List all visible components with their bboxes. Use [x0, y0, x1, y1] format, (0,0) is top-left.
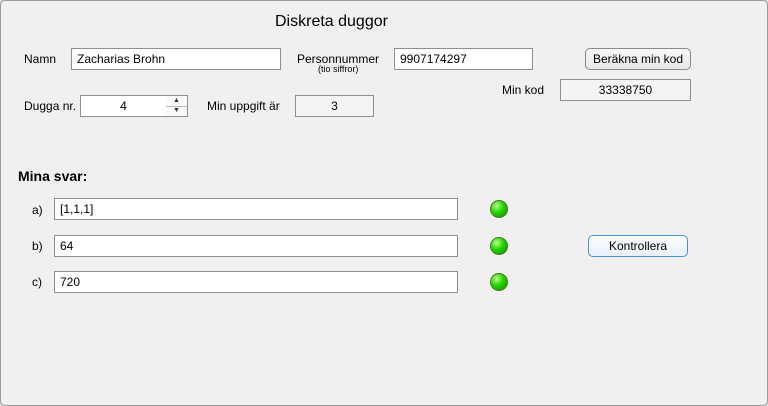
answer-a-label: a) — [32, 203, 43, 217]
answers-heading: Mina svar: — [18, 168, 88, 184]
answer-b-status-icon — [490, 237, 508, 255]
task-label: Min uppgift är — [207, 99, 280, 113]
personnummer-sublabel: (tio siffror) — [318, 64, 359, 74]
dugga-label: Dugga nr. — [24, 99, 77, 113]
answer-c-status-icon — [490, 273, 508, 291]
dugga-spinner[interactable]: ▲ ▼ — [166, 95, 188, 117]
answer-c-input[interactable]: 720 — [54, 271, 458, 293]
answer-a-input[interactable]: [1,1,1] — [54, 198, 458, 220]
answer-b-label: b) — [32, 239, 43, 253]
my-code-field: 33338750 — [560, 79, 691, 101]
chevron-down-icon[interactable]: ▼ — [166, 106, 187, 116]
name-field[interactable]: Zacharias Brohn — [71, 48, 281, 70]
calculate-code-button[interactable]: Beräkna min kod — [585, 48, 691, 70]
answer-b-input[interactable]: 64 — [54, 235, 458, 257]
personnummer-field[interactable]: 9907174297 — [394, 48, 533, 70]
check-button[interactable]: Kontrollera — [588, 235, 688, 257]
name-label: Namn — [24, 52, 57, 66]
my-code-label: Min kod — [502, 83, 545, 97]
answer-a-status-icon — [490, 200, 508, 218]
task-number-field: 3 — [295, 95, 374, 117]
window-title: Diskreta duggor — [275, 13, 388, 30]
dugga-number-input[interactable]: 4 — [80, 95, 167, 117]
app-window: Diskreta duggor Namn Zacharias Brohn Per… — [0, 0, 768, 406]
answer-c-label: c) — [32, 275, 42, 289]
